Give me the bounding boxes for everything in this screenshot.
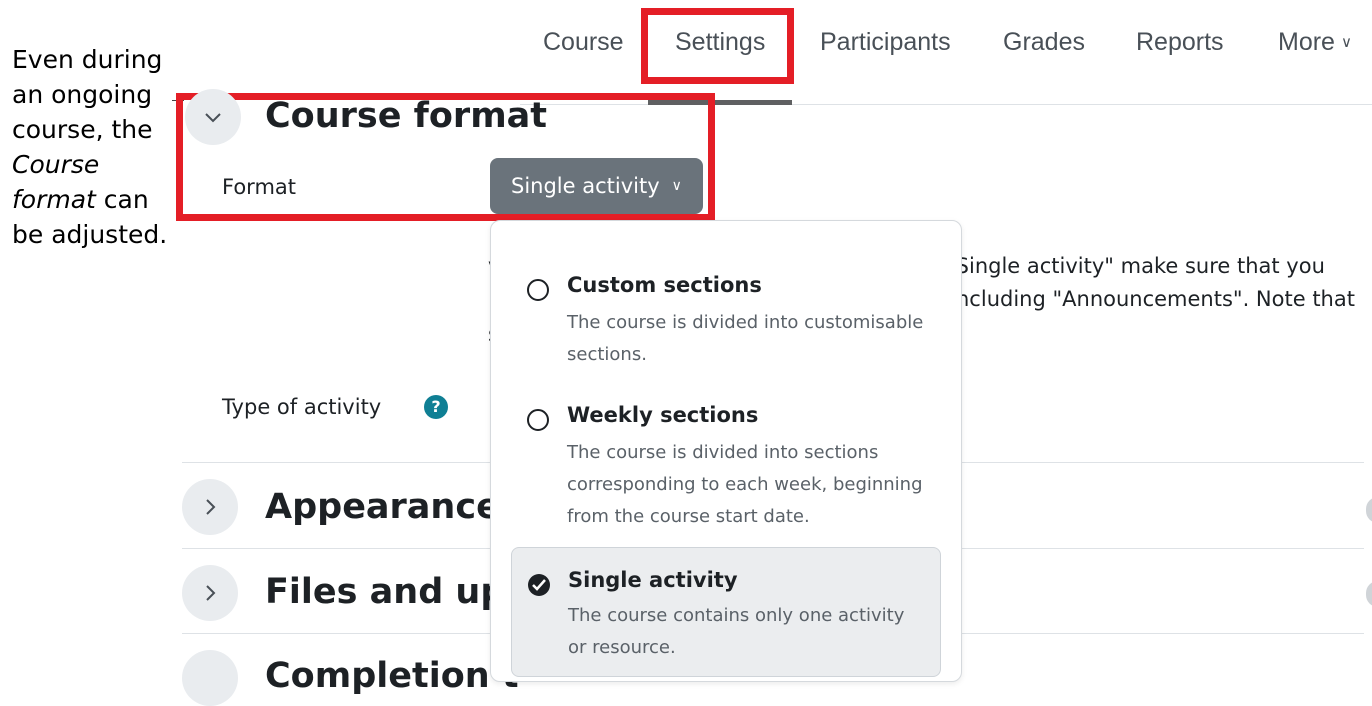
format-select[interactable]: Single activity ∨ [490, 158, 703, 214]
help-text-line-1: "Single activity" make sure that you [946, 254, 1325, 278]
section-title-course-format: Course format [265, 96, 548, 136]
tab-reports[interactable]: Reports [1136, 28, 1224, 57]
expand-edge [1366, 581, 1372, 607]
tab-course[interactable]: Course [543, 28, 624, 57]
chevron-right-icon [206, 585, 216, 601]
highlight-box-settings [641, 8, 794, 84]
section-title-appearance: Appearance [265, 487, 500, 527]
dropdown-option-weekly-sections[interactable]: Weekly sections The course is divided in… [511, 403, 941, 543]
chevron-down-icon: ∨ [671, 178, 682, 194]
format-select-value: Single activity [511, 174, 660, 198]
section-expand-toggle-files[interactable] [182, 565, 238, 621]
chevron-right-icon [206, 499, 216, 515]
option-description: The course contains only one activity or… [568, 605, 905, 658]
section-expand-toggle-appearance[interactable] [182, 479, 238, 535]
section-expand-toggle-completion[interactable] [182, 650, 238, 706]
format-label: Format [222, 175, 297, 199]
dropdown-option-single-activity[interactable]: Single activity The course contains only… [511, 547, 941, 677]
annotation-caption: Even during an ongoing course, the Cours… [12, 45, 168, 249]
expand-all-edge [1366, 497, 1372, 523]
option-title: Weekly sections [567, 403, 759, 427]
check-circle-icon [528, 574, 550, 596]
section-collapse-toggle[interactable] [185, 89, 241, 145]
chevron-down-icon: ∨ [1340, 34, 1352, 51]
radio-unchecked-icon [527, 409, 549, 431]
option-title: Single activity [568, 568, 738, 592]
format-dropdown-menu: Custom sections The course is divided in… [490, 220, 962, 682]
tab-participants[interactable]: Participants [820, 28, 951, 57]
option-description: The course is divided into sections corr… [567, 442, 923, 527]
help-icon[interactable]: ? [424, 395, 448, 419]
section-title-files: Files and upl [265, 572, 518, 612]
help-text-line-2: ncluding "Announcements". Note that [956, 287, 1355, 311]
section-title-completion: Completion t [265, 656, 519, 696]
tab-grades[interactable]: Grades [1003, 28, 1085, 57]
dropdown-option-custom-sections[interactable]: Custom sections The course is divided in… [511, 273, 941, 383]
tab-more[interactable]: More ∨ [1278, 28, 1352, 57]
chevron-down-icon [205, 113, 221, 123]
option-title: Custom sections [567, 273, 762, 297]
option-description: The course is divided into customisable … [567, 312, 924, 365]
radio-unchecked-icon [527, 279, 549, 301]
type-of-activity-label: Type of activity [222, 395, 382, 419]
